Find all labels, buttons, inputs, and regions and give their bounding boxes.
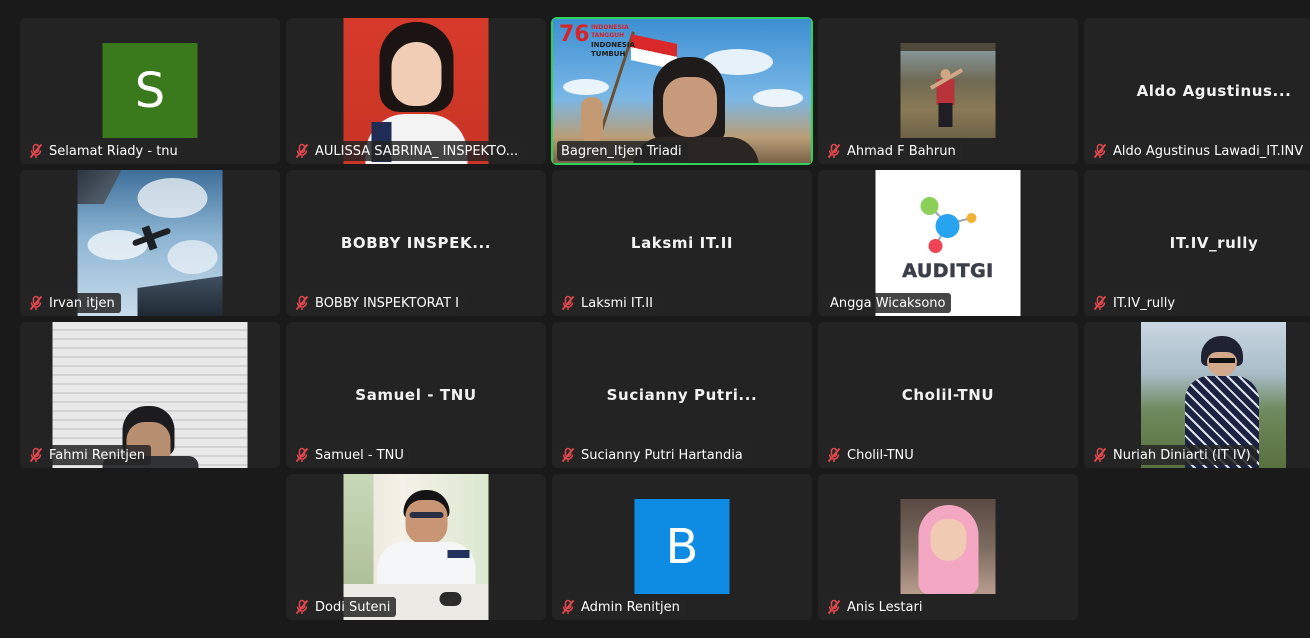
- muted-mic-icon: [29, 143, 43, 159]
- muted-mic-icon: [295, 447, 309, 463]
- participant-tile[interactable]: AULISSA SABRINA_ INSPEKTO...: [286, 18, 546, 164]
- participant-tile[interactable]: Ahmad F Bahrun: [818, 18, 1078, 164]
- participant-name: Anis Lestari: [847, 599, 923, 615]
- participant-name: IT.IV_rully: [1113, 295, 1176, 311]
- participant-nameplate: Fahmi Renitjen: [24, 445, 152, 465]
- participant-name: Angga Wicaksono: [830, 295, 946, 311]
- muted-mic-icon: [561, 599, 575, 615]
- participant-nameplate: Angga Wicaksono: [822, 293, 952, 313]
- participant-name: Admin Renitjen: [581, 599, 680, 615]
- muted-mic-icon: [1093, 295, 1107, 311]
- participant-tile[interactable]: IT.IV_rully IT.IV_rully: [1084, 170, 1310, 316]
- muted-mic-icon: [295, 143, 309, 159]
- logo-text: AUDITGI: [902, 260, 994, 283]
- muted-mic-icon: [295, 295, 309, 311]
- participant-nameplate: Bagren_Itjen Triadi: [557, 141, 688, 161]
- participant-video: [900, 499, 996, 594]
- muted-mic-icon: [827, 447, 841, 463]
- participant-name: Selamat Riady - tnu: [49, 143, 178, 159]
- participant-nameplate: BOBBY INSPEKTORAT I: [290, 293, 465, 313]
- participant-video: [900, 43, 996, 138]
- muted-mic-icon: [29, 447, 43, 463]
- participant-name: Aldo Agustinus Lawadi_IT.INV: [1113, 143, 1304, 159]
- banner-logo: 76 INDONESIA TANGGUH INDONESIA TUMBUH: [559, 22, 635, 59]
- muted-mic-icon: [827, 143, 841, 159]
- avatar: B: [634, 499, 730, 594]
- muted-mic-icon: [561, 447, 575, 463]
- participant-tile[interactable]: Fahmi Renitjen: [20, 322, 280, 468]
- participant-name: Laksmi IT.II: [581, 295, 653, 311]
- participant-center-name: Laksmi IT.II: [630, 234, 734, 252]
- participant-tile[interactable]: Anis Lestari: [818, 474, 1078, 620]
- participant-nameplate: IT.IV_rully: [1088, 293, 1182, 313]
- muted-mic-icon: [561, 295, 575, 311]
- participant-tile[interactable]: Dodi Suteni: [286, 474, 546, 620]
- participant-center-name: Cholil-TNU: [901, 386, 995, 404]
- participant-name: Nuriah Diniarti (IT IV): [1113, 447, 1251, 463]
- participant-tile[interactable]: Laksmi IT.II Laksmi IT.II: [552, 170, 812, 316]
- participant-name: Irvan itjen: [49, 295, 115, 311]
- muted-mic-icon: [1093, 143, 1107, 159]
- participant-tile[interactable]: Aldo Agustinus... Aldo Agustinus Lawadi_…: [1084, 18, 1310, 164]
- participant-center-name: IT.IV_rully: [1169, 234, 1259, 252]
- participant-nameplate: Irvan itjen: [24, 293, 121, 313]
- participant-nameplate: Admin Renitjen: [556, 597, 686, 617]
- participant-nameplate: Sucianny Putri Hartandia: [556, 445, 749, 465]
- participant-center-name: Sucianny Putri...: [606, 386, 758, 404]
- participant-tile[interactable]: AUDITGI Angga Wicaksono: [818, 170, 1078, 316]
- participant-name: Cholil-TNU: [847, 447, 914, 463]
- participant-tile[interactable]: Cholil-TNU Cholil-TNU: [818, 322, 1078, 468]
- muted-mic-icon: [295, 599, 309, 615]
- participant-tile[interactable]: Samuel - TNU Samuel - TNU: [286, 322, 546, 468]
- participant-nameplate: Anis Lestari: [822, 597, 929, 617]
- participant-name: Sucianny Putri Hartandia: [581, 447, 743, 463]
- muted-mic-icon: [827, 599, 841, 615]
- participant-nameplate: AULISSA SABRINA_ INSPEKTO...: [290, 141, 525, 161]
- participant-name: Bagren_Itjen Triadi: [561, 143, 682, 159]
- participant-name: AULISSA SABRINA_ INSPEKTO...: [315, 143, 519, 159]
- participant-nameplate: Dodi Suteni: [290, 597, 397, 617]
- participant-center-name: BOBBY INSPEK...: [340, 234, 492, 252]
- avatar: S: [102, 43, 198, 138]
- participant-center-name: Aldo Agustinus...: [1136, 82, 1292, 100]
- participant-name: Ahmad F Bahrun: [847, 143, 956, 159]
- participant-center-name: Samuel - TNU: [355, 386, 477, 404]
- participant-nameplate: Laksmi IT.II: [556, 293, 659, 313]
- participant-tile[interactable]: Nuriah Diniarti (IT IV): [1084, 322, 1310, 468]
- participant-name: Samuel - TNU: [315, 447, 404, 463]
- muted-mic-icon: [1093, 447, 1107, 463]
- participant-tile[interactable]: BOBBY INSPEK... BOBBY INSPEKTORAT I: [286, 170, 546, 316]
- participant-nameplate: Samuel - TNU: [290, 445, 410, 465]
- muted-mic-icon: [29, 295, 43, 311]
- gallery-view: S Selamat Riady - tnu AULISSA SABRINA_ I…: [0, 0, 1310, 638]
- participant-tile[interactable]: Irvan itjen: [20, 170, 280, 316]
- participant-tile[interactable]: B Admin Renitjen: [552, 474, 812, 620]
- participant-nameplate: Cholil-TNU: [822, 445, 920, 465]
- participant-nameplate: Nuriah Diniarti (IT IV): [1088, 445, 1257, 465]
- participant-name: Fahmi Renitjen: [49, 447, 146, 463]
- participant-nameplate: Selamat Riady - tnu: [24, 141, 184, 161]
- participant-nameplate: Ahmad F Bahrun: [822, 141, 962, 161]
- active-speaker-tile[interactable]: 76 INDONESIA TANGGUH INDONESIA TUMBUH Ba…: [551, 17, 813, 165]
- participant-name: Dodi Suteni: [315, 599, 391, 615]
- participant-tile[interactable]: S Selamat Riady - tnu: [20, 18, 280, 164]
- participant-name: BOBBY INSPEKTORAT I: [315, 295, 459, 311]
- participant-tile[interactable]: Sucianny Putri... Sucianny Putri Hartand…: [552, 322, 812, 468]
- participant-nameplate: Aldo Agustinus Lawadi_IT.INV: [1088, 141, 1310, 161]
